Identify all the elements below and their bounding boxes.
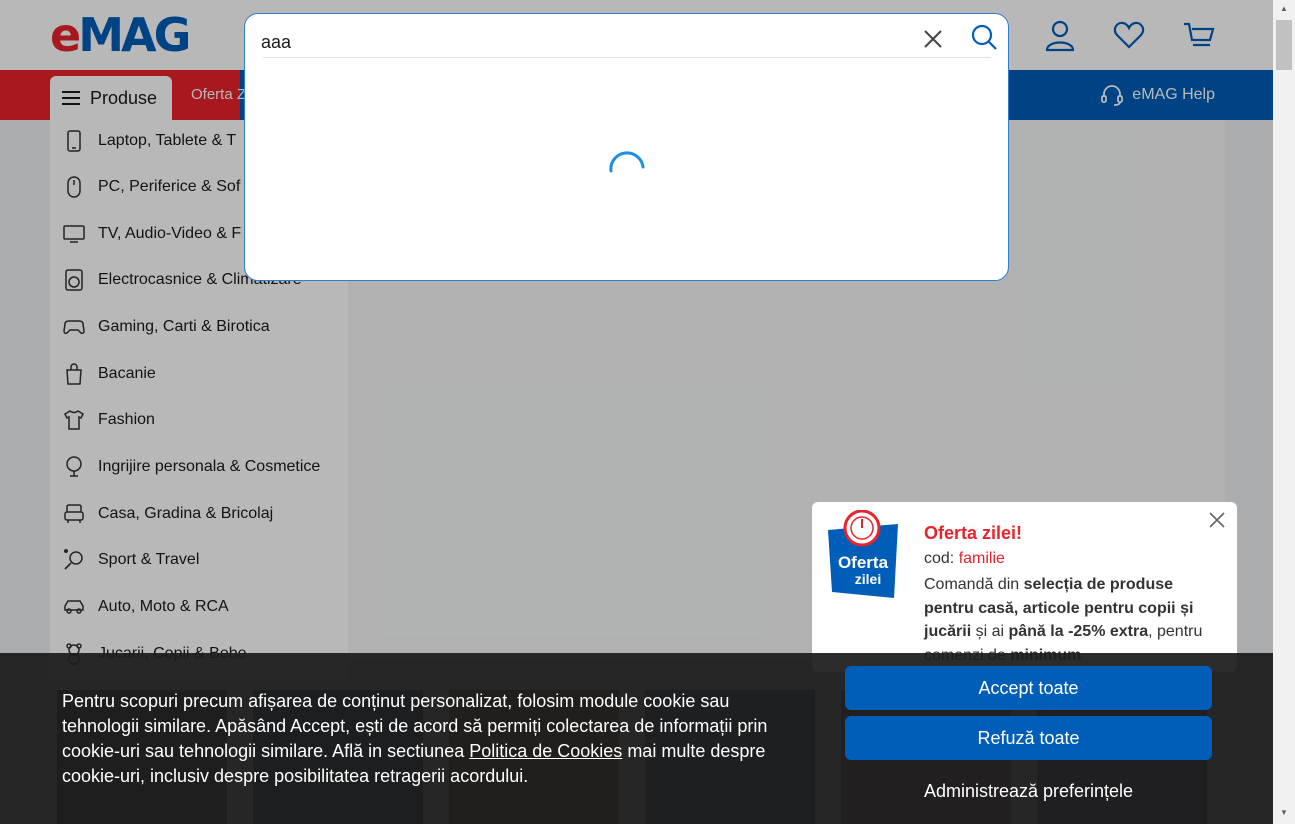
page-scrollbar[interactable]: ▲ ▼ — [1273, 0, 1295, 824]
promo-code-value: familie — [958, 550, 1005, 567]
close-icon[interactable] — [1207, 510, 1227, 530]
refuse-all-button[interactable]: Refuză toate — [845, 716, 1212, 760]
promo-code: cod: familie — [924, 550, 1005, 568]
promo-desc-part: Comandă din — [924, 576, 1024, 593]
promo-desc-part: și ai — [971, 623, 1009, 640]
search-icon[interactable] — [969, 22, 999, 52]
promo-desc-bold: până la -25% extra — [1008, 623, 1149, 640]
loading-spinner-icon — [609, 151, 645, 173]
cookie-consent-bar: Pentru scopuri precum afișarea de conțin… — [0, 653, 1273, 824]
close-icon[interactable] — [918, 24, 948, 54]
page: eMAG Produse Oferta Z eMAG Help Laptop, … — [0, 0, 1273, 824]
oferta-zilei-badge: Oferta zilei — [828, 510, 898, 598]
accept-all-button[interactable]: Accept toate — [845, 666, 1212, 710]
search-input[interactable] — [261, 22, 911, 62]
badge-line2: zilei — [855, 571, 881, 587]
manage-preferences-button[interactable]: Administrează preferințele — [845, 776, 1212, 806]
scroll-thumb[interactable] — [1276, 20, 1292, 70]
search-dropdown — [244, 13, 1009, 281]
cookie-message: Pentru scopuri precum afișarea de conțin… — [62, 689, 802, 789]
scroll-up-arrow-icon[interactable]: ▲ — [1279, 4, 1289, 14]
search-divider — [263, 57, 991, 58]
promo-code-label: cod: — [924, 550, 959, 567]
promo-popup: Oferta zilei Oferta zilei! cod: familie … — [812, 502, 1237, 672]
cookie-policy-link[interactable]: Politica de Cookies — [469, 741, 622, 761]
promo-title: Oferta zilei! — [924, 523, 1023, 543]
badge-line1: Oferta — [838, 553, 889, 572]
scroll-down-arrow-icon[interactable]: ▼ — [1279, 808, 1289, 818]
